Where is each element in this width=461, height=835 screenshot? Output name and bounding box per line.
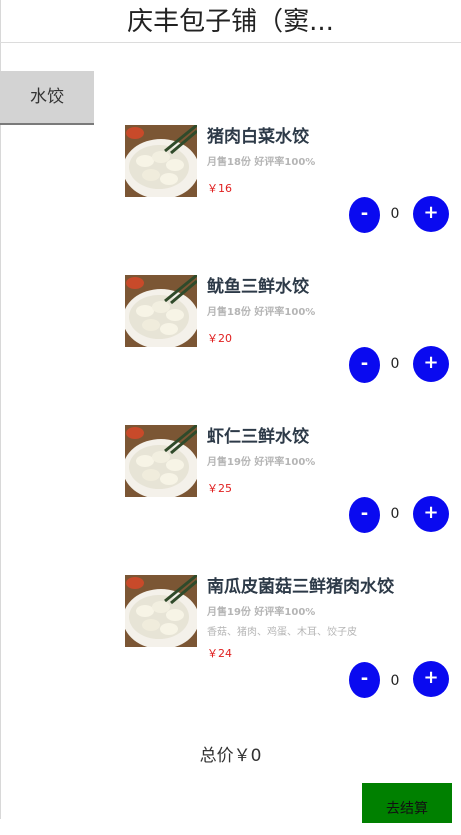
dish-photo xyxy=(125,125,197,197)
dumplings-image-icon xyxy=(125,125,197,197)
dish-price: ￥16 xyxy=(207,182,232,195)
dish-name: 南瓜皮菌菇三鲜猪肉水饺 xyxy=(207,577,394,597)
dumplings-image-icon xyxy=(125,275,197,347)
dish-price: ￥20 xyxy=(207,332,232,345)
increase-quantity-button[interactable]: + xyxy=(413,661,449,697)
page-title: 庆丰包子铺（窦... xyxy=(127,7,334,37)
decrease-quantity-button[interactable]: - xyxy=(349,197,380,233)
dish-sales-rating: 月售18份 好评率100% xyxy=(207,307,316,318)
quantity-value: 0 xyxy=(390,206,400,222)
dish-name: 虾仁三鲜水饺 xyxy=(207,427,309,447)
decrease-quantity-button[interactable]: - xyxy=(349,497,380,533)
dish-photo xyxy=(125,275,197,347)
dish-sales-rating: 月售19份 好评率100% xyxy=(207,457,316,468)
dish-price: ￥24 xyxy=(207,647,232,660)
dish-name: 鱿鱼三鲜水饺 xyxy=(207,277,309,297)
increase-quantity-button[interactable]: + xyxy=(413,346,449,382)
dumplings-image-icon xyxy=(125,575,197,647)
dish-ingredients: 香菇、猪肉、鸡蛋、木耳、饺子皮 xyxy=(207,627,357,638)
quantity-value: 0 xyxy=(390,356,400,372)
total-price: 总价￥0 xyxy=(199,746,262,766)
dish-sales-rating: 月售19份 好评率100% xyxy=(207,607,316,618)
dish-photo xyxy=(125,575,197,647)
header-bar: 庆丰包子铺（窦... xyxy=(0,0,461,43)
quantity-value: 0 xyxy=(390,673,400,689)
dish-name: 猪肉白菜水饺 xyxy=(207,127,309,147)
dish-price: ￥25 xyxy=(207,482,232,495)
dumplings-image-icon xyxy=(125,425,197,497)
decrease-quantity-button[interactable]: - xyxy=(349,347,380,383)
quantity-value: 0 xyxy=(390,506,400,522)
decrease-quantity-button[interactable]: - xyxy=(349,662,380,698)
increase-quantity-button[interactable]: + xyxy=(413,496,449,532)
category-tab-dumplings[interactable]: 水饺 xyxy=(0,71,94,125)
dish-sales-rating: 月售18份 好评率100% xyxy=(207,157,316,168)
dish-photo xyxy=(125,425,197,497)
checkout-button[interactable]: 去结算 xyxy=(362,783,452,823)
increase-quantity-button[interactable]: + xyxy=(413,196,449,232)
